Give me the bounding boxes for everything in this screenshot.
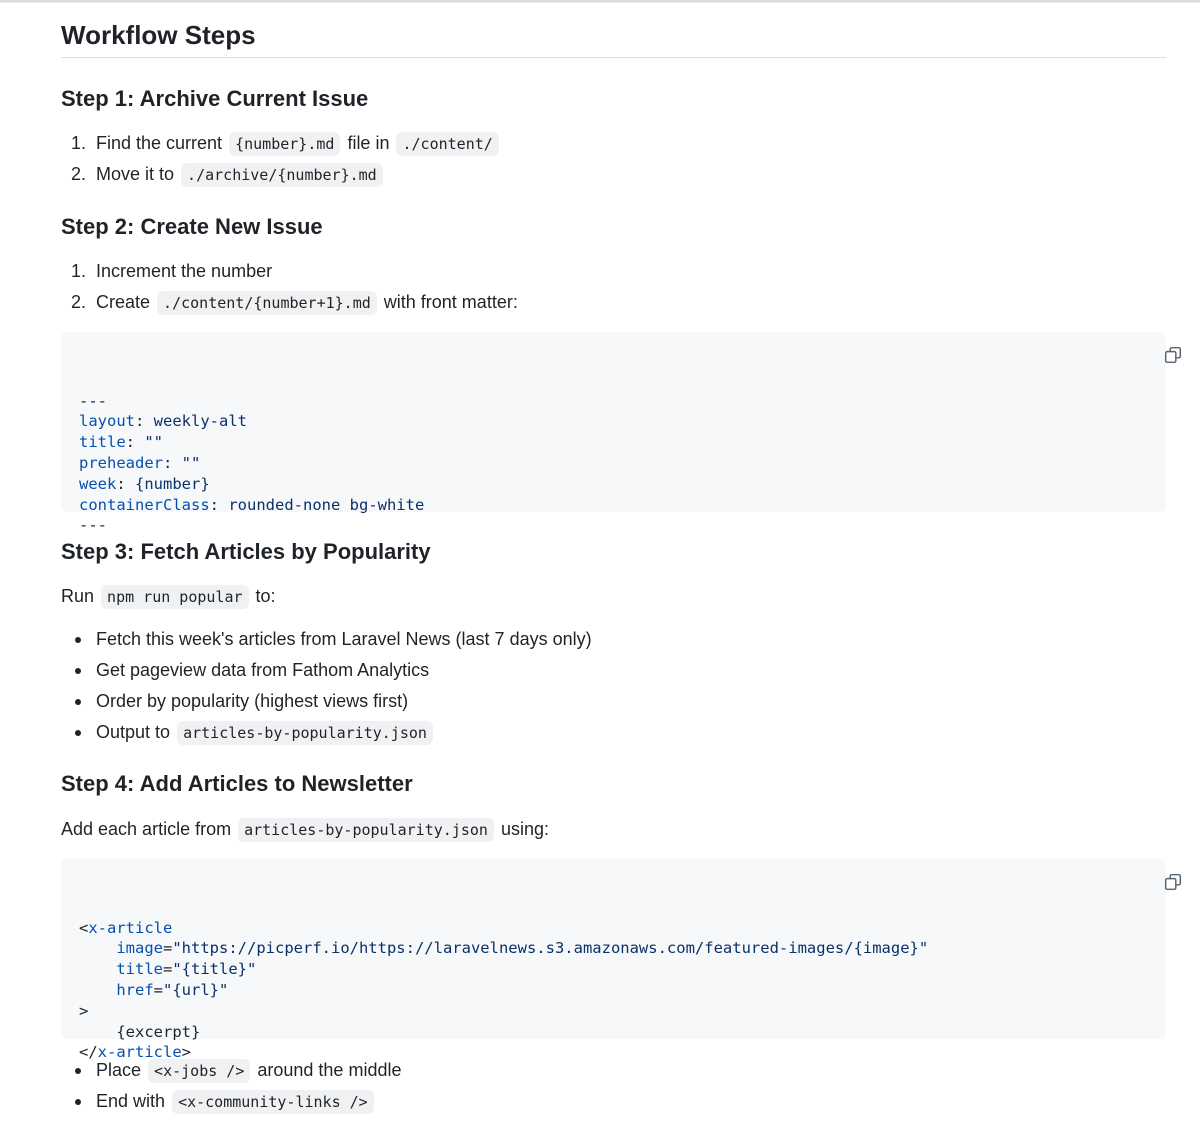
code-line: <x-article bbox=[79, 918, 173, 937]
code-line: --- bbox=[79, 391, 107, 410]
inline-code: {number}.md bbox=[229, 132, 341, 156]
list-item: Output to articles-by-popularity.json bbox=[61, 718, 592, 749]
bullet bbox=[75, 668, 81, 674]
step4-intro: Add each article from articles-by-popula… bbox=[61, 815, 549, 844]
step3-intro: Run npm run popular to: bbox=[61, 582, 276, 611]
inline-code: npm run popular bbox=[101, 585, 249, 609]
code-line: week: {number} bbox=[79, 474, 210, 493]
inline-code: articles-by-popularity.json bbox=[238, 818, 494, 842]
code-line: image="https://picperf.io/https://larave… bbox=[116, 939, 929, 958]
list-item: Fetch this week's articles from Laravel … bbox=[61, 625, 592, 656]
list-item: 2. Create ./content/{number+1}.md with f… bbox=[61, 288, 518, 319]
copy-icon bbox=[1090, 852, 1183, 917]
step4-heading: Step 4: Add Articles to Newsletter bbox=[61, 771, 413, 796]
code-line: {excerpt} bbox=[116, 1022, 201, 1041]
inline-code: articles-by-popularity.json bbox=[177, 721, 433, 745]
list-item: Order by popularity (highest views first… bbox=[61, 687, 592, 718]
code-line: > bbox=[79, 1001, 89, 1020]
step3-list: Fetch this week's articles from Laravel … bbox=[61, 625, 592, 749]
list-item: End with <x-community-links /> bbox=[61, 1087, 401, 1118]
code-line: href="{url}" bbox=[116, 980, 229, 999]
code-line: containerClass: rounded-none bg-white bbox=[79, 495, 425, 514]
page-title: Workflow Steps bbox=[61, 16, 1166, 58]
front-matter-code-block: --- layout: weekly-alt title: "" preheader:… bbox=[61, 332, 1182, 534]
inline-code: ./content/ bbox=[396, 132, 499, 156]
bullet bbox=[75, 699, 81, 705]
inline-code: ./archive/{number}.md bbox=[181, 163, 383, 187]
step1-heading: Step 1: Archive Current Issue bbox=[61, 86, 369, 111]
bullet bbox=[75, 637, 81, 643]
copy-button[interactable] bbox=[1122, 344, 1182, 372]
step2-list: 1. Increment the number 2. Create ./cont… bbox=[61, 257, 518, 319]
bullet bbox=[75, 1099, 81, 1105]
step3-heading: Step 3: Fetch Articles by Popularity bbox=[61, 539, 431, 564]
code-line: layout: weekly-alt bbox=[79, 412, 247, 431]
code-line: title: "" bbox=[79, 433, 164, 452]
bullet bbox=[75, 730, 81, 736]
list-item: Get pageview data from Fathom Analytics bbox=[61, 656, 592, 687]
bullet bbox=[75, 1068, 81, 1074]
step2-heading: Step 2: Create New Issue bbox=[61, 214, 323, 239]
article-code-block: <x-article image="https://picperf.io/htt… bbox=[61, 859, 1182, 1061]
list-item: 2. Move it to ./archive/{number}.md bbox=[61, 160, 501, 191]
copy-icon bbox=[1090, 325, 1183, 390]
list-item: 1. Find the current {number}.md file in … bbox=[61, 129, 501, 160]
list-item: Place <x-jobs /> around the middle bbox=[61, 1056, 401, 1087]
code-line: --- bbox=[79, 516, 107, 535]
code-line: title="{title}" bbox=[116, 960, 257, 979]
step1-list: 1. Find the current {number}.md file in … bbox=[61, 129, 501, 191]
step4-list: Place <x-jobs /> around the middle End w… bbox=[61, 1056, 401, 1118]
inline-code: ./content/{number+1}.md bbox=[157, 291, 377, 315]
code-line: preheader: "" bbox=[79, 453, 201, 472]
inline-code: <x-jobs /> bbox=[148, 1059, 251, 1083]
list-item: 1. Increment the number bbox=[71, 261, 273, 281]
inline-code: <x-community-links /> bbox=[172, 1090, 374, 1114]
copy-button[interactable] bbox=[1122, 871, 1182, 899]
top-divider bbox=[0, 0, 1200, 3]
